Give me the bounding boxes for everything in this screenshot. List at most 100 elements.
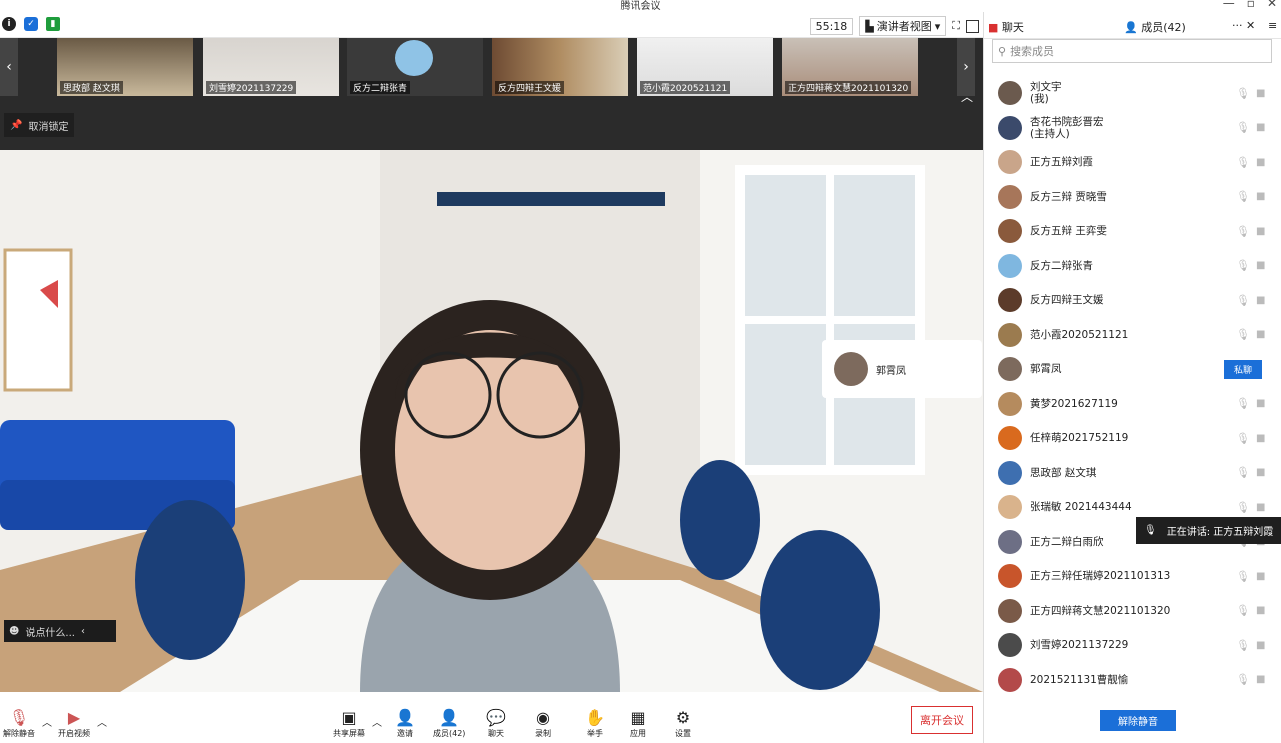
camera-icon[interactable]: ■ [1256,467,1265,478]
mic-icon[interactable]: 🎙 [1236,121,1250,134]
member-row[interactable]: 刘雪婷2021137229 🎙 ■ [984,628,1281,662]
chat-label: 聊天 [487,729,504,738]
chevron-up-icon[interactable]: ︿ [372,714,382,729]
member-row[interactable]: 反方五辩 王弈雯 🎙 ■ [984,214,1281,248]
view-mode-dropdown[interactable]: ▙ 演讲者视图 ▾ [859,16,947,36]
leave-meeting-button[interactable]: 离开会议 [911,706,973,734]
title-bar: 腾讯会议 — ▫ ✕ [0,0,1281,12]
quick-chat-box[interactable]: ☻ 说点什么... ‹ [4,620,116,642]
fullscreen-icon[interactable]: ⛶ [952,19,960,33]
chevron-left-icon[interactable]: ‹ [81,626,85,637]
more-options-button[interactable]: ··· [1232,19,1243,32]
video-tile[interactable]: 反方四辩王文媛 [492,38,628,96]
invite-button[interactable]: 👤 邀请 [395,708,415,739]
tab-members[interactable]: 👤 成员(42) [1124,19,1186,35]
emoji-icon[interactable]: ☻ [9,626,19,637]
member-row[interactable]: 范小霞2020521121 🎙 ■ [984,318,1281,352]
close-window-button[interactable]: ✕ [1267,0,1277,10]
apps-button[interactable]: ▦ 应用 [630,708,646,739]
member-row[interactable]: 思政部 赵文琪 🎙 ■ [984,456,1281,490]
raise-hand-button[interactable]: ✋ 举手 [585,708,605,739]
mic-icon[interactable]: 🎙 [1236,87,1250,100]
mic-icon[interactable]: 🎙 [1236,604,1250,617]
mic-icon[interactable]: 🎙 [1236,673,1250,686]
tab-chat[interactable]: ■ 聊天 [988,19,1024,35]
minimize-button[interactable]: — [1223,0,1235,10]
camera-icon[interactable]: ■ [1256,226,1265,237]
unpin-button[interactable]: 📌 取消锁定 [4,113,75,137]
mic-icon[interactable]: 🎙 [1236,225,1250,238]
camera-icon[interactable]: ■ [1256,122,1265,133]
settings-button[interactable]: ⚙ 设置 [675,708,691,739]
member-row[interactable]: 2021521131曹靓愉 🎙 ■ [984,663,1281,697]
camera-icon[interactable]: ■ [1256,571,1265,582]
member-row[interactable]: 正方三辩任瑞婷2021101313 🎙 ■ [984,559,1281,593]
member-row[interactable]: 反方二辩张青 🎙 ■ [984,249,1281,283]
video-tile[interactable]: 正方四辩蒋文慧2021101320 [782,38,918,96]
mic-icon[interactable]: 🎙 [1236,570,1250,583]
unmute-all-button[interactable]: 解除静音 [1100,710,1176,731]
member-name: 正方二辩白雨欣 [1030,536,1104,548]
private-chat-button[interactable]: 私聊 [1224,359,1263,379]
video-tile[interactable]: 刘雪婷2021137229 [203,38,339,96]
mic-icon[interactable]: 🎙 [1236,432,1250,445]
panel-toggle-icon[interactable] [966,19,979,33]
camera-icon[interactable]: ■ [1256,605,1265,616]
mic-icon[interactable]: 🎙 [1236,639,1250,652]
mic-icon[interactable]: 🎙 [1236,397,1250,410]
share-screen-button[interactable]: ▣ 共享屏幕 [333,708,365,739]
mic-icon[interactable]: 🎙 [1236,501,1250,514]
member-row[interactable]: 杏花书院彭晋宏 (主持人) 🎙 ■ [984,111,1281,145]
close-panel-button[interactable]: ✕ [1246,19,1255,32]
mic-icon[interactable]: 🎙 [1236,190,1250,203]
camera-icon[interactable]: ■ [1256,157,1265,168]
camera-icon[interactable]: ■ [1256,191,1265,202]
camera-icon[interactable]: ■ [1256,329,1265,340]
camera-icon[interactable]: ■ [1256,295,1265,306]
signal-icon[interactable]: ▮ [46,17,60,31]
main-video[interactable]: 郭霄凤 ☻ 说点什么... ‹ [0,150,983,692]
share-screen-label: 共享屏幕 [333,729,365,738]
camera-icon[interactable]: ■ [1256,433,1265,444]
info-icon[interactable]: i [2,17,16,31]
camera-icon[interactable]: ■ [1256,640,1265,651]
members-button[interactable]: 👤 成员(42) [433,708,465,739]
meeting-timer: 55:18 [809,17,854,35]
camera-icon[interactable]: ■ [1256,674,1265,685]
member-row[interactable]: 黄梦2021627119 🎙 ■ [984,387,1281,421]
maximize-button[interactable]: ▫ [1247,0,1255,10]
camera-icon[interactable]: ■ [1256,88,1265,99]
video-tile[interactable]: 范小霞2020521121 [637,38,773,96]
camera-icon[interactable]: ■ [1256,502,1265,513]
chevron-up-icon[interactable]: ︿ [42,714,52,729]
member-row[interactable]: 反方四辩王文媛 🎙 ■ [984,283,1281,317]
camera-icon[interactable]: ■ [1256,398,1265,409]
member-row[interactable]: 正方四辩蒋文慧2021101320 🎙 ■ [984,594,1281,628]
member-row[interactable]: 郭霄凤 私聊 [984,352,1281,386]
mic-icon[interactable]: 🎙 [1236,259,1250,272]
mic-icon[interactable]: 🎙 [1236,466,1250,479]
mic-icon[interactable]: 🎙 [1236,156,1250,169]
unmute-button[interactable]: 🎙 解除静音 [3,708,35,739]
chevron-up-icon[interactable]: ︿ [961,88,973,105]
chat-button[interactable]: 💬 聊天 [486,708,506,739]
strip-prev-button[interactable]: ‹ [0,38,18,96]
member-search-input[interactable]: ⚲ 搜索成员 [992,39,1272,63]
member-row[interactable]: 任梓萌2021752119 🎙 ■ [984,421,1281,455]
unmute-label: 解除静音 [3,729,35,738]
video-tile[interactable]: 思政部 赵文琪 [57,38,193,96]
video-tile[interactable]: 反方二辩张青 [347,38,483,96]
member-row[interactable]: 反方三辩 贾晓雪 🎙 ■ [984,180,1281,214]
start-video-button[interactable]: ▶ 开启视频 [58,708,90,739]
member-row[interactable]: 刘文宇 (我) 🎙 ■ [984,76,1281,110]
member-row[interactable]: 正方五辩刘霞 🎙 ■ [984,145,1281,179]
member-name: 反方二辩张青 [1030,260,1093,272]
record-button[interactable]: ◉ 录制 [535,708,551,739]
mic-icon[interactable]: 🎙 [1236,328,1250,341]
shield-icon[interactable]: ✓ [24,17,38,31]
camera-icon[interactable]: ■ [1256,260,1265,271]
floating-participant[interactable]: 郭霄凤 [822,340,982,398]
chevron-up-icon[interactable]: ︿ [97,714,107,729]
menu-button[interactable]: ≡ [1268,19,1277,32]
mic-icon[interactable]: 🎙 [1236,294,1250,307]
